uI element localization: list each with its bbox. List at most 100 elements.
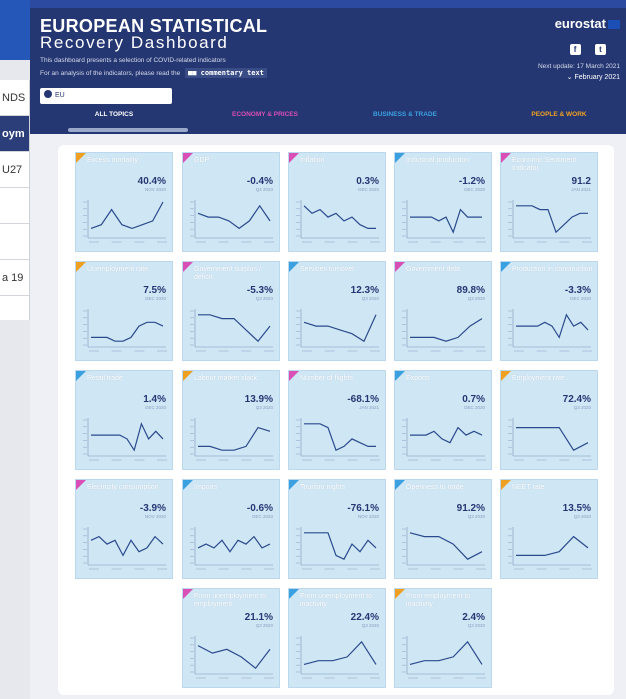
indicator-title: Retail trade: [87, 375, 123, 382]
next-update-label: Next update: 17 March 2021: [537, 63, 620, 70]
sparkline-chart: [190, 527, 274, 570]
sparkline-chart: [190, 309, 274, 352]
tab-business-trade[interactable]: BUSINESS & TRADE: [360, 111, 450, 118]
sparkline-chart: [296, 200, 380, 243]
background-row[interactable]: U27: [0, 152, 29, 188]
topic-corner-icon: [289, 153, 299, 163]
social-links: f t: [560, 39, 606, 57]
country-flag-icon: [44, 90, 52, 99]
indicator-title: Exports: [406, 375, 430, 382]
indicator-period: DEC 2020: [145, 405, 166, 410]
background-row-active[interactable]: oym: [0, 116, 29, 152]
indicator-period: Q4 2020: [255, 187, 273, 192]
indicator-card[interactable]: Employment rate 72.4% Q3 2020: [500, 370, 598, 470]
trend-line: [516, 427, 589, 451]
indicator-period: DEC 2020: [464, 187, 485, 192]
sparkline-chart: [296, 527, 380, 570]
indicator-value: 40.4%: [137, 176, 166, 187]
topic-corner-icon: [501, 262, 511, 272]
tab-people-work[interactable]: PEOPLE & WORK: [514, 111, 604, 118]
indicator-card[interactable]: Excess mortality 40.4% NOV 2020: [75, 152, 173, 252]
tab-economy-prices[interactable]: ECONOMY & PRICES: [220, 111, 310, 118]
sparkline-chart: [402, 418, 486, 461]
indicator-card[interactable]: From unemployment to inactivity 22.4% Q3 2…: [288, 588, 386, 688]
topic-corner-icon: [289, 262, 299, 272]
indicator-card[interactable]: Industrial production -1.2% DEC 2020: [394, 152, 492, 252]
indicator-period: Q3 2020: [467, 514, 485, 519]
indicator-title: Imports: [194, 484, 218, 491]
indicator-card[interactable]: Exports 0.7% DEC 2020: [394, 370, 492, 470]
background-row: [0, 188, 29, 224]
indicator-card[interactable]: From employment to inactivity 2.4% Q3 2020: [394, 588, 492, 688]
indicator-card[interactable]: Imports -0.6% DEC 2020: [182, 479, 280, 579]
indicator-card[interactable]: Unemployment rate 7.5% DEC 2020: [75, 261, 173, 361]
sparkline-chart: [508, 309, 592, 352]
indicator-card[interactable]: Services turnover 12.3% Q3 2020: [288, 261, 386, 361]
topic-corner-icon: [289, 480, 299, 490]
indicator-title: GDP: [194, 157, 210, 164]
eurostat-logo[interactable]: eurostat: [555, 16, 620, 31]
indicator-card[interactable]: GDP -0.4% Q4 2020: [182, 152, 280, 252]
indicator-title: Economic Sentiment Indicator: [512, 157, 577, 172]
background-row: a 19: [0, 260, 29, 296]
sparkline-chart: [296, 636, 380, 679]
indicator-value: -3.9%: [139, 503, 166, 514]
sparkline-chart: [402, 636, 486, 679]
indicator-title: Government debt: [406, 266, 461, 273]
indicator-title: Excess mortality: [87, 157, 138, 164]
trend-line: [409, 640, 483, 665]
commentary-link[interactable]: ■■ commentary text: [185, 68, 267, 78]
indicator-value: 91.2: [571, 176, 591, 187]
topic-corner-icon: [76, 371, 86, 381]
topic-corner-icon: [76, 480, 86, 490]
indicator-card[interactable]: Retail trade 1.4% DEC 2020: [75, 370, 173, 470]
indicator-period: Q3 2020: [467, 296, 485, 301]
indicator-card[interactable]: Labour market slack 13.9% Q3 2020: [182, 370, 280, 470]
indicator-card[interactable]: Economic Sentiment Indicator 91.2 JAN 2021: [500, 152, 598, 252]
topic-corner-icon: [395, 153, 405, 163]
trend-line: [91, 422, 164, 452]
indicator-card[interactable]: Openness to trade 91.2% Q3 2020: [394, 479, 492, 579]
indicator-card[interactable]: From unemployment to employment 21.1% Q3 2…: [182, 588, 280, 688]
indicator-card[interactable]: Number of flights -68.1% JAN 2021: [288, 370, 386, 470]
trend-line: [304, 423, 376, 452]
indicator-card[interactable]: Inflation 0.3% DEC 2020: [288, 152, 386, 252]
indicator-period: Q3 2020: [573, 514, 591, 519]
trend-line: [410, 318, 483, 342]
tab-all-topics[interactable]: ALL TOPICS: [84, 111, 144, 118]
indicator-card[interactable]: Government debt 89.8% Q3 2020: [394, 261, 492, 361]
indicator-card[interactable]: Production in construction -3.3% DEC 2020: [500, 261, 598, 361]
period-dropdown[interactable]: ⌄ February 2021: [567, 73, 620, 81]
trend-line: [90, 535, 164, 557]
sparkline-chart: [296, 418, 380, 461]
indicator-title: Electricity consumption: [87, 484, 159, 491]
topic-corner-icon: [183, 262, 193, 272]
indicator-value: 89.8%: [456, 285, 485, 296]
indicator-card[interactable]: Electricity consumption -3.9% NOV 2020: [75, 479, 173, 579]
trend-line: [304, 532, 377, 560]
sparkline-chart: [402, 200, 486, 243]
indicator-period: DEC 2020: [358, 187, 379, 192]
twitter-icon[interactable]: t: [595, 44, 606, 55]
commentary-link-label[interactable]: commentary text: [201, 69, 264, 77]
trend-line: [410, 426, 483, 444]
topic-corner-icon: [183, 589, 193, 599]
indicator-value: 21.1%: [244, 612, 273, 623]
indicator-value: -1.2%: [458, 176, 485, 187]
facebook-icon[interactable]: f: [569, 44, 581, 55]
indicator-title: Openness to trade: [406, 484, 464, 491]
trend-line: [409, 532, 483, 560]
indicator-period: DEC 2020: [464, 405, 485, 410]
header-description: This dashboard presents a selection of C…: [40, 57, 226, 64]
indicator-period: DEC 2020: [252, 514, 273, 519]
indicator-period: JAN 2021: [359, 405, 379, 410]
header-description-commentary: For an analysis of the indicators, pleas…: [40, 68, 267, 78]
trend-line: [516, 313, 589, 339]
indicator-card[interactable]: NEET rate 13.5% Q3 2020: [500, 479, 598, 579]
trend-line: [516, 535, 589, 557]
indicator-card[interactable]: Tourism nights -76.1% NOV 2020: [288, 479, 386, 579]
indicator-card[interactable]: Government surplus / deficit -5.3% Q3 2020: [182, 261, 280, 361]
topic-corner-icon: [76, 153, 86, 163]
country-selector[interactable]: EU: [40, 88, 172, 104]
topic-corner-icon: [395, 371, 405, 381]
